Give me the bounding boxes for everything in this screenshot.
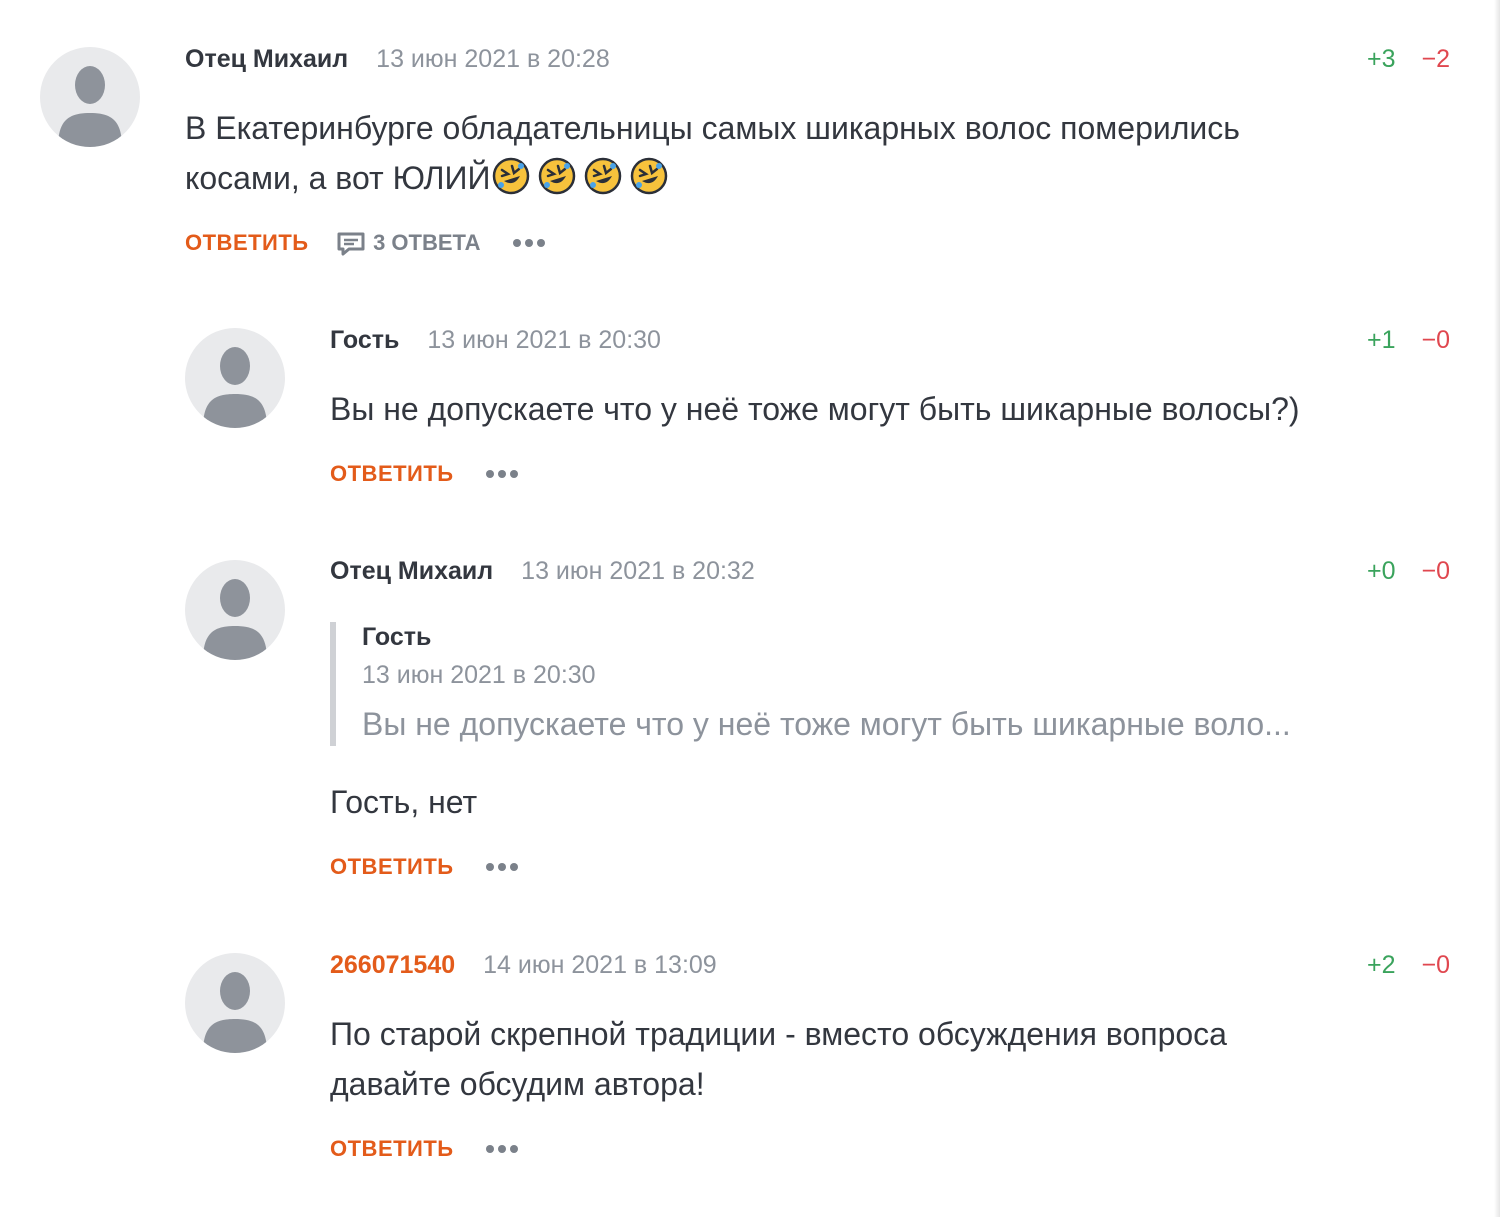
comment-header: Гость 13 июн 2021 в 20:30: [330, 325, 661, 355]
reply-button[interactable]: ОТВЕТИТЬ: [330, 1134, 454, 1164]
reply-button[interactable]: ОТВЕТИТЬ: [330, 852, 454, 882]
vote-up-count[interactable]: +2: [1367, 951, 1396, 979]
vote-down-count[interactable]: −0: [1421, 326, 1450, 354]
vote-down-count[interactable]: −2: [1421, 45, 1450, 73]
vote-counter: +2 −0: [1367, 950, 1450, 980]
comment-text: Гость, нет: [330, 784, 478, 820]
rolling-on-floor-laughing-icon: [538, 157, 576, 195]
comment-header: 266071540 14 июн 2021 в 13:09: [330, 950, 717, 980]
rolling-on-floor-laughing-icon: [584, 157, 622, 195]
comment-actions: ОТВЕТИТЬ 3 ОТВЕТА: [185, 228, 547, 258]
comment-text-line: В Екатеринбурге обладательницы самых шик…: [185, 110, 1240, 146]
replies-count-label: 3 ОТВЕТА: [373, 230, 481, 255]
comment-text: Вы не допускаете что у неё тоже могут бы…: [330, 391, 1300, 427]
reply-button[interactable]: ОТВЕТИТЬ: [330, 459, 454, 489]
more-dots-icon[interactable]: [484, 1134, 520, 1164]
user-silhouette-icon: [203, 579, 267, 660]
comment-author[interactable]: 266071540: [330, 951, 455, 979]
comment-date[interactable]: 14 июн 2021 в 13:09: [483, 951, 717, 979]
quoted-author: Гость: [362, 623, 432, 651]
user-silhouette-icon: [58, 66, 122, 147]
vote-down-count[interactable]: −0: [1421, 951, 1450, 979]
comment-text-line: давайте обсудим автора!: [330, 1066, 705, 1102]
vote-up-count[interactable]: +1: [1367, 326, 1396, 354]
quoted-date: 13 июн 2021 в 20:30: [362, 661, 596, 689]
rolling-on-floor-laughing-icon: [492, 157, 530, 195]
more-dots-icon[interactable]: [484, 852, 520, 882]
avatar[interactable]: [40, 47, 140, 147]
comment-author[interactable]: Отец Михаил: [330, 557, 493, 585]
comment-actions: ОТВЕТИТЬ: [330, 1134, 520, 1164]
vote-counter: +0 −0: [1367, 556, 1450, 586]
comment-date[interactable]: 13 июн 2021 в 20:30: [427, 326, 661, 354]
comment-text-line: косами, а вот ЮЛИЙ: [185, 153, 1240, 203]
comment-header: Отец Михаил 13 июн 2021 в 20:28: [185, 44, 610, 74]
comment-bubble-icon: [337, 232, 365, 256]
more-dots-icon[interactable]: [484, 459, 520, 489]
vote-up-count[interactable]: +3: [1367, 45, 1396, 73]
comment-text-fragment: косами, а вот ЮЛИЙ: [185, 160, 491, 196]
comment-actions: ОТВЕТИТЬ: [330, 852, 520, 882]
user-silhouette-icon: [203, 972, 267, 1053]
vote-counter: +3 −2: [1367, 44, 1450, 74]
replies-toggle-button[interactable]: 3 ОТВЕТА: [337, 228, 480, 258]
avatar[interactable]: [185, 560, 285, 660]
quoted-text: Вы не допускаете что у неё тоже могут бы…: [362, 706, 1291, 742]
rolling-on-floor-laughing-icon: [630, 157, 668, 195]
vote-down-count[interactable]: −0: [1421, 557, 1450, 585]
comment-author[interactable]: Отец Михаил: [185, 45, 348, 73]
page-edge-shadow: [1494, 0, 1500, 1217]
comment-author[interactable]: Гость: [330, 326, 399, 354]
vote-up-count[interactable]: +0: [1367, 557, 1396, 585]
comment-text: В Екатеринбурге обладательницы самых шик…: [185, 103, 1240, 203]
vote-counter: +1 −0: [1367, 325, 1450, 355]
comment-actions: ОТВЕТИТЬ: [330, 459, 520, 489]
comment-header: Отец Михаил 13 июн 2021 в 20:32: [330, 556, 755, 586]
comment-date[interactable]: 13 июн 2021 в 20:28: [376, 45, 610, 73]
comment-text: По старой скрепной традиции - вместо обс…: [330, 1009, 1227, 1109]
user-silhouette-icon: [203, 347, 267, 428]
avatar[interactable]: [185, 328, 285, 428]
comment-text-line: По старой скрепной традиции - вместо обс…: [330, 1016, 1227, 1052]
more-dots-icon[interactable]: [511, 228, 547, 258]
reply-button[interactable]: ОТВЕТИТЬ: [185, 228, 309, 258]
avatar[interactable]: [185, 953, 285, 1053]
comment-date[interactable]: 13 июн 2021 в 20:32: [521, 557, 755, 585]
quoted-comment[interactable]: Гость 13 июн 2021 в 20:30 Вы не допускае…: [330, 622, 1291, 746]
